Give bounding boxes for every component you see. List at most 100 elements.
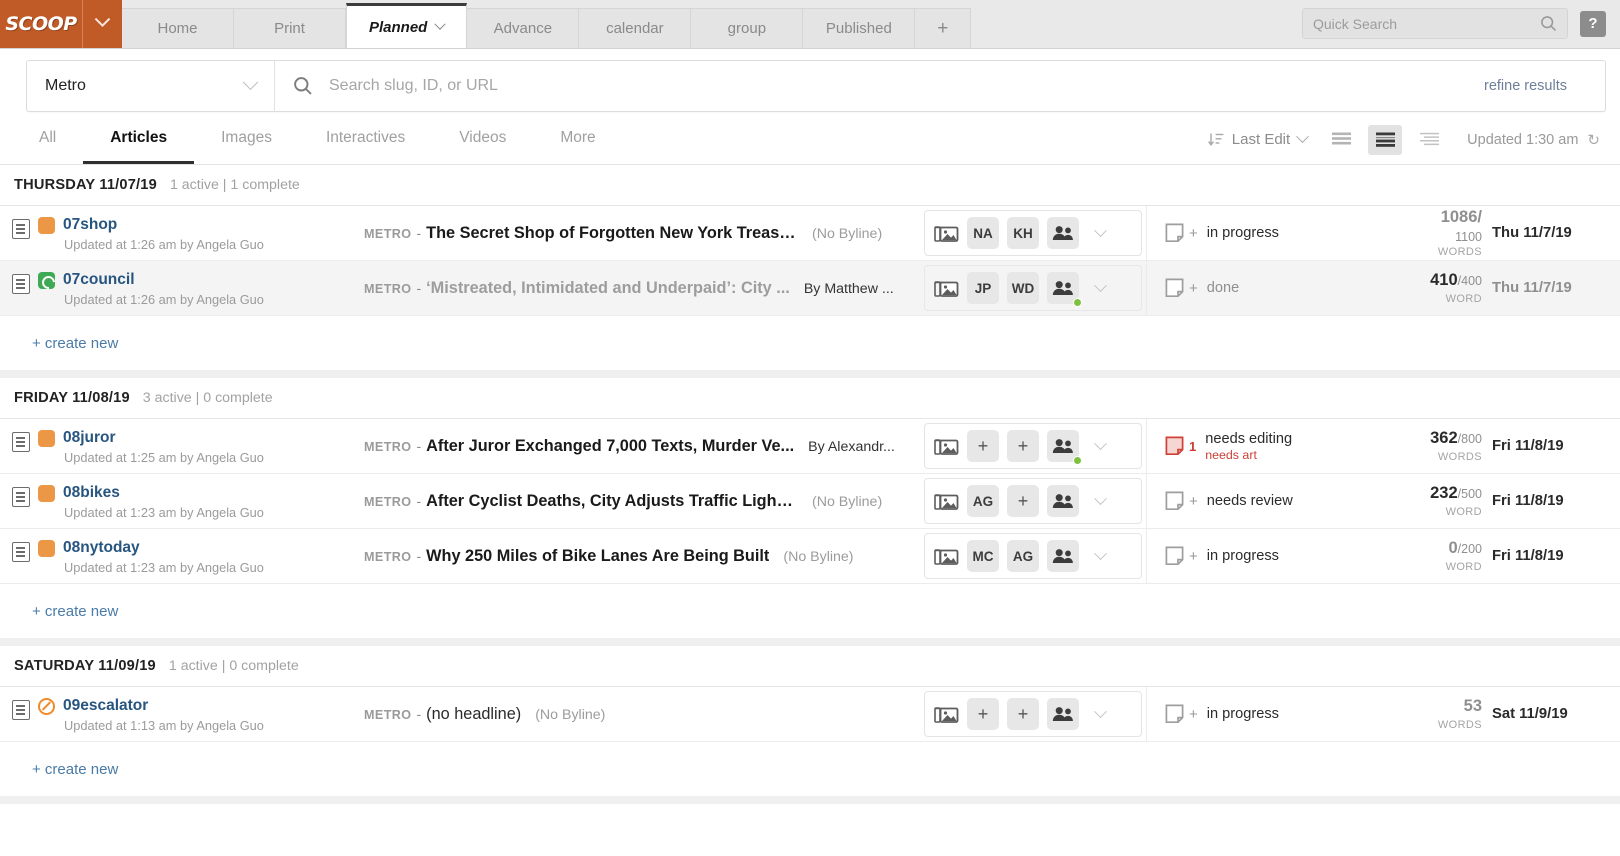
assignee-chip[interactable]: +	[967, 698, 999, 730]
media-folder-button[interactable]	[933, 436, 959, 457]
workspace-tab-published[interactable]: Published	[803, 8, 915, 48]
status-text[interactable]: needs editing	[1205, 431, 1292, 447]
view-mode-compact-button[interactable]	[1412, 125, 1446, 155]
assignee-chip[interactable]: JP	[967, 272, 999, 304]
content-type-tab-images[interactable]: Images	[194, 115, 299, 164]
collaborators-button[interactable]	[1047, 272, 1079, 304]
headline-text[interactable]: After Juror Exchanged 7,000 Texts, Murde…	[426, 437, 794, 456]
view-mode-detailed-button[interactable]	[1368, 125, 1402, 155]
create-new-button[interactable]: + create new	[0, 742, 1620, 796]
media-folder-button[interactable]	[933, 278, 959, 299]
create-new-button[interactable]: + create new	[0, 316, 1620, 370]
notes-button[interactable]: +	[1165, 704, 1198, 724]
notes-button[interactable]: 1	[1165, 436, 1196, 456]
assignee-chip[interactable]: WD	[1007, 272, 1039, 304]
workspace-tab-print[interactable]: Print	[234, 8, 346, 48]
headline-cell: METRO-After Juror Exchanged 7,000 Texts,…	[364, 437, 924, 456]
assignee-chip[interactable]: AG	[967, 485, 999, 517]
assignee-chip[interactable]: NA	[967, 217, 999, 249]
slug-link[interactable]: 07shop	[63, 216, 117, 234]
media-folder-button[interactable]	[933, 223, 959, 244]
slug-link[interactable]: 09escalator	[63, 697, 148, 715]
expand-assets-button[interactable]	[1089, 284, 1111, 293]
quick-search-box[interactable]	[1302, 8, 1568, 39]
table-row[interactable]: 08juror Updated at 1:25 am by Angela Guo M…	[0, 419, 1620, 474]
status-text[interactable]: in progress	[1207, 548, 1279, 564]
status-text[interactable]: needs review	[1207, 493, 1293, 509]
content-type-tab-interactives[interactable]: Interactives	[299, 115, 432, 164]
refresh-icon[interactable]: ↻	[1587, 131, 1600, 149]
table-row[interactable]: 09escalatorUpdated at 1:13 am by Angela …	[0, 687, 1620, 742]
status-text[interactable]: in progress	[1207, 706, 1279, 722]
table-row[interactable]: 08bikesUpdated at 1:23 am by Angela GuoM…	[0, 474, 1620, 529]
help-button[interactable]: ?	[1580, 11, 1606, 37]
assignee-chip[interactable]: AG	[1007, 540, 1039, 572]
headline-text[interactable]: ‘Mistreated, Intimidated and Underpaid’:…	[426, 279, 790, 298]
quick-search-input[interactable]	[1313, 16, 1540, 32]
status-text[interactable]: done	[1207, 280, 1239, 296]
headline-text[interactable]: Why 250 Miles of Bike Lanes Are Being Bu…	[426, 547, 769, 566]
slug-link[interactable]: 08nytoday	[63, 539, 140, 557]
desk-tag: METRO	[364, 282, 411, 296]
view-mode-comfortable-button[interactable]	[1324, 125, 1358, 155]
slug-updated-meta: Updated at 1:25 am by Angela Guo	[38, 450, 264, 465]
content-type-tab-videos[interactable]: Videos	[432, 115, 533, 164]
assignee-chip[interactable]: +	[1007, 698, 1039, 730]
refine-results-link[interactable]: refine results	[1484, 78, 1587, 94]
workspace-tab-home[interactable]: Home	[122, 8, 234, 48]
search-shell: Metro refine results	[26, 60, 1606, 112]
expand-assets-button[interactable]	[1089, 442, 1111, 451]
media-folder-button[interactable]	[933, 491, 959, 512]
sort-button[interactable]: Last Edit	[1198, 131, 1317, 148]
headline-text[interactable]: After Cyclist Deaths, City Adjusts Traff…	[426, 492, 798, 511]
notes-button[interactable]: +	[1165, 223, 1198, 243]
people-icon	[1052, 706, 1074, 722]
desk-select[interactable]: Metro	[27, 61, 275, 111]
add-workspace-tab-button[interactable]: +	[915, 8, 971, 48]
assignee-chip[interactable]: MC	[967, 540, 999, 572]
expand-assets-button[interactable]	[1089, 710, 1111, 719]
status-text[interactable]: in progress	[1207, 225, 1279, 241]
assignee-chip[interactable]: +	[1007, 485, 1039, 517]
workspace-tab-planned[interactable]: Planned	[346, 3, 467, 48]
workspace-tab-group[interactable]: group	[691, 8, 803, 48]
expand-assets-button[interactable]	[1089, 229, 1111, 238]
media-folder-button[interactable]	[933, 704, 959, 725]
slug-link[interactable]: 08juror	[63, 429, 116, 447]
expand-assets-button[interactable]	[1089, 552, 1111, 561]
content-type-tab-more[interactable]: More	[533, 115, 622, 164]
collaborators-button[interactable]	[1047, 540, 1079, 572]
headline-text[interactable]: (no headline)	[426, 705, 521, 724]
expand-assets-button[interactable]	[1089, 497, 1111, 506]
collaborators-button[interactable]	[1047, 698, 1079, 730]
headline-text[interactable]: The Secret Shop of Forgotten New York Tr…	[426, 224, 798, 243]
content-type-tab-articles[interactable]: Articles	[83, 115, 194, 164]
assignee-chip[interactable]: +	[967, 430, 999, 462]
table-row[interactable]: 07shopUpdated at 1:26 am by Angela GuoME…	[0, 206, 1620, 261]
table-row[interactable]: 07council Updated at 1:26 am by Angela Gu…	[0, 261, 1620, 316]
note-count: +	[1189, 548, 1198, 565]
table-row[interactable]: 08nytodayUpdated at 1:23 am by Angela Gu…	[0, 529, 1620, 584]
slug-link[interactable]: 07council	[63, 271, 135, 289]
date-group-header: THURSDAY 11/07/191 active | 1 complete	[0, 165, 1620, 206]
workspace-tab-calendar[interactable]: calendar	[579, 8, 691, 48]
content-type-tab-all[interactable]: All	[12, 115, 83, 164]
assignee-chip[interactable]: +	[1007, 430, 1039, 462]
create-new-button[interactable]: + create new	[0, 584, 1620, 638]
collaborators-button[interactable]	[1047, 217, 1079, 249]
slug-updated-meta: Updated at 1:26 am by Angela Guo	[38, 292, 264, 307]
search-input[interactable]	[329, 77, 1468, 95]
slug-link[interactable]: 08bikes	[63, 484, 120, 502]
notes-button[interactable]: +	[1165, 491, 1198, 511]
workspace-tab-advance[interactable]: Advance	[467, 8, 579, 48]
brand-logo[interactable]: SCOOP	[0, 0, 82, 48]
assignee-chip[interactable]: KH	[1007, 217, 1039, 249]
notes-button[interactable]: +	[1165, 278, 1198, 298]
notes-button[interactable]: +	[1165, 546, 1198, 566]
collaborators-button[interactable]	[1047, 430, 1079, 462]
collaborators-button[interactable]	[1047, 485, 1079, 517]
brand-menu-caret-button[interactable]	[82, 0, 122, 48]
media-folder-button[interactable]	[933, 546, 959, 567]
note-icon	[1165, 546, 1184, 566]
word-count-value: 232	[1430, 484, 1458, 502]
